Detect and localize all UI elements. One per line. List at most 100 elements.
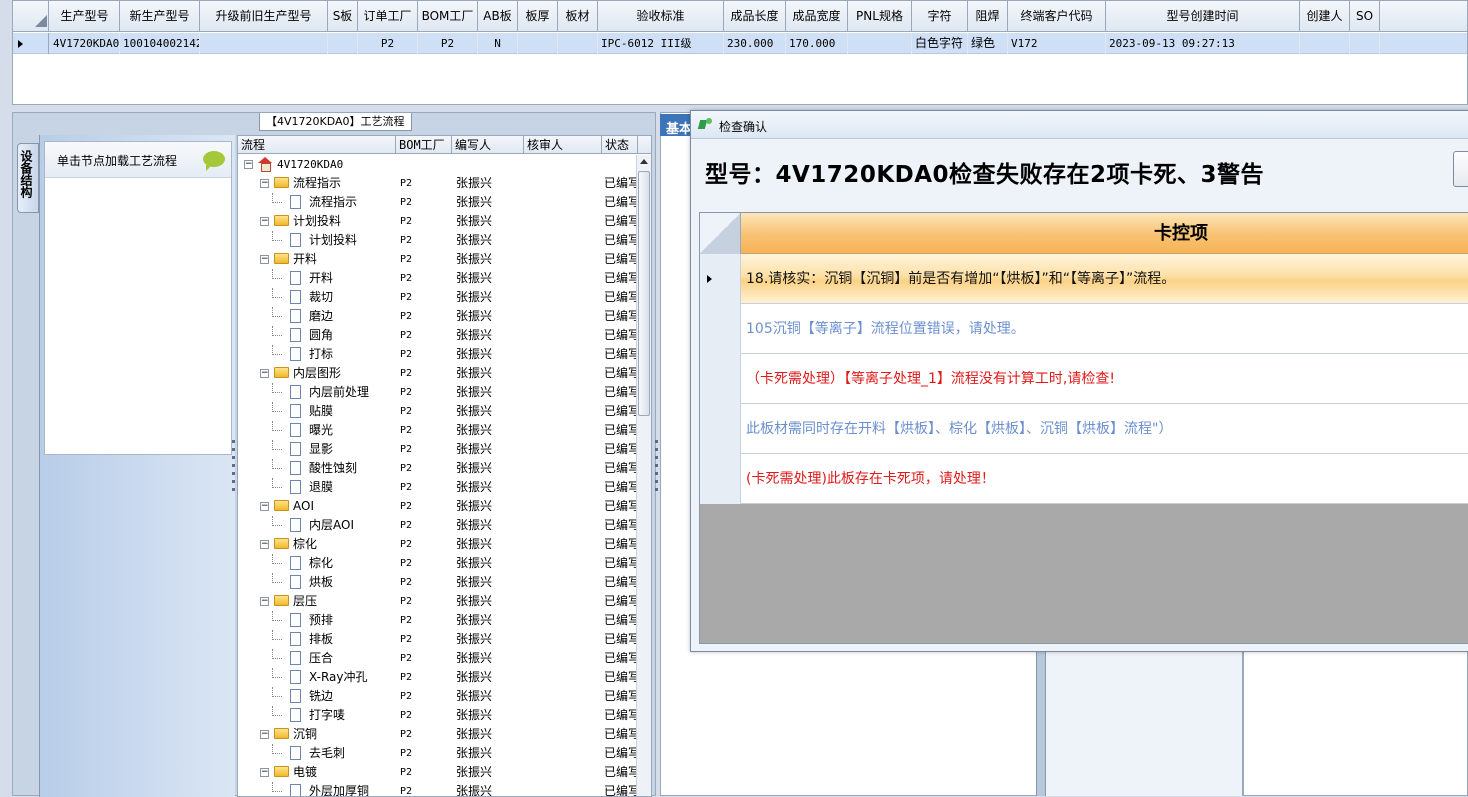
column-header[interactable]: 升级前旧生产型号 (200, 1, 328, 32)
tree-column-header[interactable]: 流程 (238, 136, 396, 154)
column-header[interactable]: 型号创建时间 (1106, 1, 1300, 32)
status-cell: 已编写 (604, 195, 638, 209)
table-cell: 白色字符 (912, 33, 968, 54)
tree-column-header[interactable]: 状态 (602, 136, 638, 154)
bom-factory-cell: P2 (400, 235, 413, 246)
tree-node-name: 打标 (238, 345, 396, 364)
tree-node[interactable]: − 电镀 P2 张振兴 已编写 (238, 763, 638, 782)
tab-device-structure[interactable]: 设备结构 (17, 143, 39, 213)
tree-node[interactable]: 酸性蚀刻 P2 张振兴 已编写 (238, 459, 638, 478)
dialog-titlebar[interactable]: 检查确认 (691, 111, 1468, 139)
column-header[interactable]: 成品长度 (724, 1, 786, 32)
column-header[interactable]: 创建人 (1300, 1, 1350, 32)
tree-node[interactable]: 排板 P2 张振兴 已编写 (238, 630, 638, 649)
tree-node[interactable]: 压合 P2 张振兴 已编写 (238, 649, 638, 668)
tree-node[interactable]: 磨边 P2 张振兴 已编写 (238, 307, 638, 326)
tree-node[interactable]: 显影 P2 张振兴 已编写 (238, 440, 638, 459)
tree-column-header[interactable]: 核审人 (524, 136, 602, 154)
tree-connector (272, 430, 282, 431)
column-header[interactable]: S板 (328, 1, 358, 32)
collapse-icon[interactable]: − (260, 730, 269, 739)
control-items-header: 卡控项 (700, 213, 1468, 254)
tree-node-name: 外层加厚铜 (238, 782, 396, 796)
tree-node[interactable]: − 层压 P2 张振兴 已编写 (238, 592, 638, 611)
tree-node[interactable]: 内层AOI P2 张振兴 已编写 (238, 516, 638, 535)
author-cell: 张振兴 (456, 366, 493, 380)
tree-node[interactable]: 计划投料 P2 张振兴 已编写 (238, 231, 638, 250)
tree-node[interactable]: 外层加厚铜 P2 张振兴 已编写 (238, 782, 638, 797)
column-header[interactable]: SO (1350, 1, 1380, 32)
column-header[interactable]: 验收标准 (598, 1, 724, 32)
scroll-up-icon[interactable] (640, 159, 648, 164)
column-header[interactable]: 新生产型号 (120, 1, 200, 32)
tree-node[interactable]: 烘板 P2 张振兴 已编写 (238, 573, 638, 592)
tree-node[interactable]: 裁切 P2 张振兴 已编写 (238, 288, 638, 307)
tree-node[interactable]: − AOI P2 张振兴 已编写 (238, 497, 638, 516)
collapse-icon[interactable]: − (260, 217, 269, 226)
control-item-row[interactable]: 18.请核实：沉铜【沉铜】前是否有增加“【烘板】”和“【等离子】”流程。 (700, 254, 1468, 304)
tree-node[interactable]: − 开料 P2 张振兴 已编写 (238, 250, 638, 269)
column-header[interactable]: 终端客户代码 (1008, 1, 1106, 32)
column-header[interactable]: PNL规格 (848, 1, 912, 32)
column-header[interactable]: 订单工厂 (358, 1, 418, 32)
tree-node[interactable]: 曝光 P2 张振兴 已编写 (238, 421, 638, 440)
collapse-icon[interactable]: − (260, 179, 269, 188)
tree-node[interactable]: − 沉铜 P2 张振兴 已编写 (238, 725, 638, 744)
control-item-row[interactable]: （卡死需处理）【等离子处理_1】流程没有计算工时,请检查! (700, 354, 1468, 404)
document-icon (290, 480, 301, 494)
tree-node[interactable]: 流程指示 P2 张振兴 已编写 (238, 193, 638, 212)
table-cell (1300, 33, 1350, 54)
tree-node[interactable]: − 内层图形 P2 张振兴 已编写 (238, 364, 638, 383)
tree-node-label: 棕化 (293, 537, 318, 551)
tree-node[interactable]: 预排 P2 张振兴 已编写 (238, 611, 638, 630)
tree-node[interactable]: 内层前处理 P2 张振兴 已编写 (238, 383, 638, 402)
tree-node-label: 计划投料 (309, 233, 358, 247)
collapse-icon[interactable]: − (244, 160, 253, 169)
collapse-icon[interactable]: − (260, 768, 269, 777)
tree-column-header[interactable]: BOM工厂 (396, 136, 452, 154)
current-row-icon (18, 40, 23, 48)
control-item-row[interactable]: 此板材需同时存在开料【烘板】、棕化【烘板】、沉铜【烘板】流程"） (700, 404, 1468, 454)
column-header[interactable]: 生产型号 (50, 1, 120, 32)
tree-node-name: − 沉铜 (238, 725, 396, 744)
collapse-icon[interactable]: − (260, 540, 269, 549)
tree-node[interactable]: 贴膜 P2 张振兴 已编写 (238, 402, 638, 421)
tree-node[interactable]: − 棕化 P2 张振兴 已编写 (238, 535, 638, 554)
tree-node[interactable]: 去毛刺 P2 张振兴 已编写 (238, 744, 638, 763)
column-header[interactable]: 字符 (912, 1, 968, 32)
collapse-icon[interactable]: − (260, 255, 269, 264)
column-header[interactable]: AB板 (478, 1, 518, 32)
splitter-middle[interactable] (655, 440, 659, 500)
tree-column-header[interactable]: 编写人 (452, 136, 524, 154)
table-row[interactable]: 4V1720KDA010010400214256P2P2NIPC-6012 II… (13, 33, 1467, 54)
tree-node[interactable]: 打标 P2 张振兴 已编写 (238, 345, 638, 364)
column-header[interactable]: 阻焊 (968, 1, 1008, 32)
tree-scrollbar[interactable] (636, 155, 651, 796)
table-cell (328, 33, 358, 54)
column-header[interactable]: 成品宽度 (786, 1, 848, 32)
tree-node[interactable]: − 计划投料 P2 张振兴 已编写 (238, 212, 638, 231)
bom-factory-cell: P2 (400, 786, 413, 797)
control-item-row[interactable]: (卡死需处理)此板存在卡死项，请处理！ (700, 454, 1468, 504)
column-header[interactable]: BOM工厂 (418, 1, 478, 32)
tree-node[interactable]: 开料 P2 张振兴 已编写 (238, 269, 638, 288)
dialog-action-button[interactable] (1453, 151, 1468, 187)
load-process-hint[interactable]: 单击节点加载工艺流程 (45, 142, 231, 178)
tree-node[interactable]: 铣边 P2 张振兴 已编写 (238, 687, 638, 706)
scroll-thumb[interactable] (638, 171, 650, 416)
tree-node[interactable]: X-Ray冲孔 P2 张振兴 已编写 (238, 668, 638, 687)
tree-node[interactable]: − 流程指示 P2 张振兴 已编写 (238, 174, 638, 193)
collapse-icon[interactable]: − (260, 369, 269, 378)
splitter-left[interactable] (232, 440, 236, 500)
tree-node[interactable]: 打字唛 P2 张振兴 已编写 (238, 706, 638, 725)
control-item-row[interactable]: 105沉铜【等离子】流程位置错误，请处理。 (700, 304, 1468, 354)
column-header[interactable]: 板厚 (518, 1, 558, 32)
collapse-icon[interactable]: − (260, 502, 269, 511)
tree-node[interactable]: 圆角 P2 张振兴 已编写 (238, 326, 638, 345)
column-header[interactable]: 板材 (558, 1, 598, 32)
tree-node[interactable]: 棕化 P2 张振兴 已编写 (238, 554, 638, 573)
control-items-grid: 卡控项 18.请核实：沉铜【沉铜】前是否有增加“【烘板】”和“【等离子】”流程。… (699, 212, 1468, 644)
collapse-icon[interactable]: − (260, 597, 269, 606)
tree-node[interactable]: − 4V1720KDA0 (238, 155, 638, 174)
tree-node[interactable]: 退膜 P2 张振兴 已编写 (238, 478, 638, 497)
